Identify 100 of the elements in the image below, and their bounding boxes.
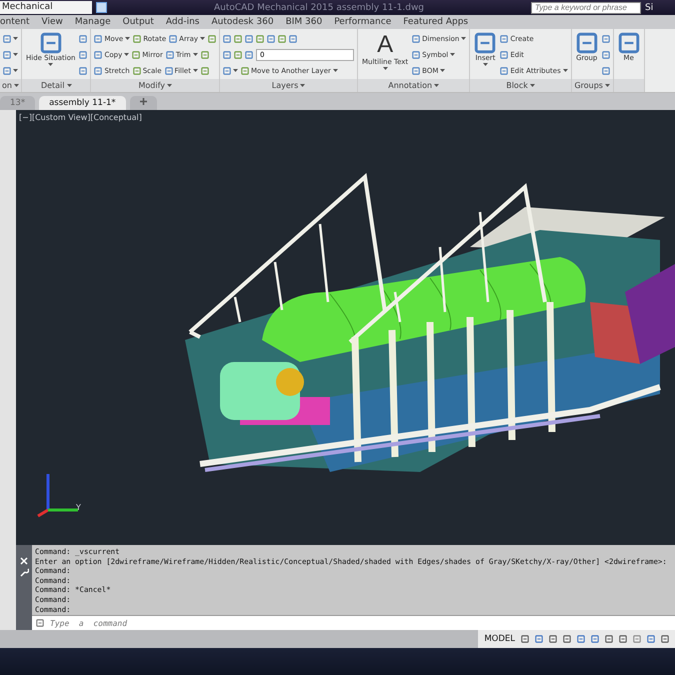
tool-icon: [412, 67, 420, 75]
caret-icon: [66, 84, 72, 88]
tool-icon: [133, 35, 142, 43]
tool-icon: [223, 67, 232, 75]
caret-icon: [604, 84, 610, 88]
workspace-dropdown[interactable]: Mechanical: [0, 1, 92, 14]
tool-icon: [223, 35, 232, 43]
ribbon-tab[interactable]: Manage: [74, 17, 111, 27]
tool-icon: [166, 51, 174, 59]
ribbon-icon-button[interactable]: [223, 35, 232, 43]
tool-icon: [500, 67, 508, 75]
tool-icon: [289, 35, 298, 43]
tool-icon: [132, 51, 140, 59]
tool-icon: [3, 67, 11, 75]
status-toggle-icon: [549, 635, 557, 643]
ribbon-tab[interactable]: Autodesk 360: [211, 17, 274, 27]
tool-icon: [79, 51, 88, 59]
tool-icon: [3, 35, 11, 43]
tool-icon: [200, 67, 209, 75]
quick-access-button[interactable]: [96, 2, 107, 13]
tool-icon: [3, 51, 11, 59]
ribbon-tab[interactable]: ontent: [0, 17, 30, 27]
tool-icon: [576, 32, 598, 54]
tool-icon: [500, 51, 508, 59]
command-field[interactable]: Type a command: [32, 615, 675, 630]
tool-icon: [132, 67, 141, 75]
tool-icon: [602, 67, 610, 75]
ribbon-icon-button[interactable]: [3, 67, 18, 75]
tool-icon: [94, 67, 102, 75]
status-toggle-icon: [647, 635, 655, 643]
ribbon-icon-button[interactable]: [223, 67, 238, 75]
ribbon-icon-button[interactable]: [200, 51, 209, 59]
status-toggle-icon: [661, 635, 669, 643]
tool-icon: [267, 35, 276, 43]
tool-icon: [602, 51, 610, 59]
ribbon-icon-button[interactable]: [234, 35, 242, 43]
tool-icon: [79, 67, 88, 75]
axis-label: Y: [76, 503, 81, 512]
ribbon-icon-button[interactable]: [602, 67, 610, 75]
ribbon-tab[interactable]: BIM 360: [286, 17, 322, 27]
ribbon-icon-button[interactable]: [79, 67, 88, 75]
status-toggle-icon: [577, 635, 585, 643]
ribbon-icon-button[interactable]: [200, 67, 209, 75]
ribbon-icon-button[interactable]: [245, 35, 254, 43]
tool-icon: [602, 35, 610, 43]
ribbon-icon-button[interactable]: [234, 51, 242, 59]
command-prompt-icon: [36, 619, 44, 627]
ribbon-icon-button[interactable]: [3, 51, 18, 59]
tool-icon: [223, 51, 232, 59]
status-toggle-icon: [633, 635, 641, 643]
user-name[interactable]: Si: [645, 2, 675, 12]
tool-icon: [474, 32, 496, 54]
caret-icon: [300, 84, 306, 88]
viewport-label[interactable]: [−][Custom View][Conceptual]: [19, 113, 142, 122]
ribbon-icon-button[interactable]: [223, 51, 232, 59]
ribbon-tab[interactable]: Output: [122, 17, 154, 27]
ribbon-tab[interactable]: Featured Apps: [403, 17, 468, 27]
search-field[interactable]: Type a keyword or phrase: [531, 2, 641, 14]
tool-icon: [412, 35, 420, 43]
caret-icon: [14, 84, 19, 88]
tool-icon: [500, 35, 508, 43]
tool-icon: [278, 35, 286, 43]
ribbon-icon-button[interactable]: [289, 35, 298, 43]
tool-icon: [94, 35, 102, 43]
wrench-icon[interactable]: [20, 568, 28, 577]
ribbon-tab[interactable]: View: [42, 17, 63, 27]
tool-icon: [245, 35, 254, 43]
status-toggle-icon: [563, 635, 571, 643]
caret-icon: [434, 84, 440, 88]
tool-icon: [245, 51, 254, 59]
ribbon-icon-button[interactable]: [3, 35, 18, 43]
document-tab[interactable]: assembly 11-1*: [39, 96, 126, 110]
ribbon-tab[interactable]: Add-ins: [166, 17, 200, 27]
new-tab-button[interactable]: [130, 96, 157, 110]
ribbon-icon-button[interactable]: [79, 35, 88, 43]
ribbon-icon-button[interactable]: [245, 51, 254, 59]
ribbon-icon-button[interactable]: [602, 35, 610, 43]
tool-icon: [256, 35, 264, 43]
model-space-button[interactable]: MODEL: [484, 634, 515, 644]
status-toggle-icon: [605, 635, 613, 643]
tool-icon: [234, 51, 242, 59]
panel-title[interactable]: on: [2, 79, 19, 92]
tool-icon: [241, 67, 250, 75]
ribbon-icon-button[interactable]: [278, 35, 286, 43]
caret-icon: [166, 84, 172, 88]
status-toggle-icon: [591, 635, 599, 643]
ribbon-icon-button[interactable]: [256, 35, 264, 43]
tool-icon: [234, 35, 242, 43]
ribbon-icon-button[interactable]: [79, 51, 88, 59]
ribbon-icon-button[interactable]: [267, 35, 276, 43]
close-icon[interactable]: [20, 557, 28, 565]
tool-icon: [169, 35, 178, 43]
tool-icon: [208, 35, 216, 43]
tool-icon: [200, 51, 209, 59]
tool-icon: [164, 67, 173, 75]
ribbon-icon-button[interactable]: [602, 51, 610, 59]
ribbon-tab[interactable]: Performance: [334, 17, 392, 27]
window-title: AutoCAD Mechanical 2015 assembly 11-1.dwg: [212, 2, 426, 12]
plus-icon: [140, 98, 147, 105]
ribbon-icon-button[interactable]: [208, 35, 216, 43]
